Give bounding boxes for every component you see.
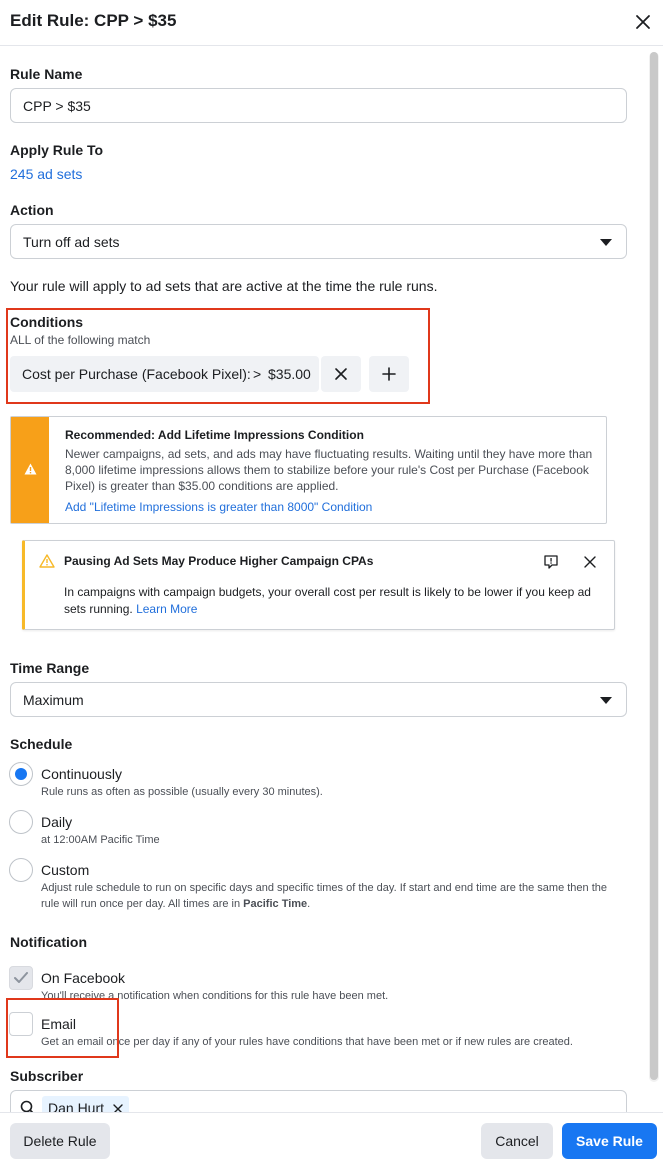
- schedule-custom-desc: Adjust rule schedule to run on specific …: [41, 882, 607, 910]
- warning-title: Pausing Ad Sets May Produce Higher Campa…: [64, 554, 374, 568]
- warning-body-wrap: In campaigns with campaign budgets, your…: [64, 584, 599, 618]
- recommendation-side: [11, 417, 49, 523]
- notify-facebook-checkbox[interactable]: [9, 966, 33, 990]
- dialog-footer: Delete Rule Cancel Save Rule: [0, 1112, 663, 1166]
- feedback-icon[interactable]: [543, 554, 559, 570]
- email-highlight: [6, 998, 119, 1058]
- add-impressions-condition-link[interactable]: Add "Lifetime Impressions is greater tha…: [65, 500, 372, 514]
- recommendation-title: Recommended: Add Lifetime Impressions Co…: [65, 428, 364, 442]
- rule-name-label: Rule Name: [10, 66, 83, 82]
- schedule-custom-desc-wrap: Adjust rule schedule to run on specific …: [41, 882, 607, 910]
- warning-icon: [24, 463, 37, 475]
- warning-icon: [39, 554, 55, 568]
- apply-note: Your rule will apply to ad sets that are…: [10, 278, 438, 294]
- schedule-continuously-label: Continuously: [41, 766, 122, 782]
- notify-email-desc: Get an email once per day if any of your…: [41, 1036, 573, 1048]
- learn-more-link[interactable]: Learn More: [136, 602, 197, 616]
- schedule-continuously-desc: Rule runs as often as possible (usually …: [41, 786, 323, 798]
- scrollbar[interactable]: [649, 52, 659, 1082]
- time-range-select[interactable]: Maximum: [10, 682, 627, 717]
- cancel-button[interactable]: Cancel: [481, 1123, 553, 1159]
- plus-icon: [382, 367, 396, 381]
- schedule-daily-radio[interactable]: [9, 810, 33, 834]
- warning-card: Pausing Ad Sets May Produce Higher Campa…: [22, 540, 615, 630]
- schedule-custom-timezone: Pacific Time: [243, 898, 308, 910]
- schedule-custom-label: Custom: [41, 862, 90, 878]
- notification-label: Notification: [10, 934, 87, 950]
- ad-sets-link[interactable]: 245 ad sets: [10, 166, 82, 182]
- time-range-value: Maximum: [23, 692, 84, 708]
- condition-operator: >: [253, 366, 262, 382]
- schedule-daily-desc: at 12:00AM Pacific Time: [41, 834, 160, 846]
- close-icon[interactable]: [583, 555, 597, 569]
- schedule-daily-label: Daily: [41, 814, 73, 830]
- schedule-custom-radio[interactable]: [9, 858, 33, 882]
- subscriber-label: Subscriber: [10, 1068, 84, 1084]
- recommendation-card: Recommended: Add Lifetime Impressions Co…: [10, 416, 607, 524]
- rule-name-input[interactable]: CPP > $35: [10, 88, 627, 123]
- condition-value: $35.00: [268, 366, 311, 382]
- chevron-down-icon: [600, 697, 612, 704]
- close-icon[interactable]: [633, 12, 653, 32]
- dialog-header: Edit Rule: CPP > $35: [0, 0, 663, 46]
- conditions-match: ALL of the following match: [10, 333, 151, 347]
- schedule-continuously-radio[interactable]: [9, 762, 33, 786]
- checkmark-icon: [14, 972, 28, 983]
- apply-rule-label: Apply Rule To: [10, 142, 104, 158]
- rule-name-value: CPP > $35: [23, 98, 91, 114]
- condition-chip[interactable]: Cost per Purchase (Facebook Pixel): > $3…: [10, 356, 319, 392]
- add-condition-button[interactable]: [369, 356, 409, 392]
- chevron-down-icon: [600, 239, 612, 246]
- conditions-label: Conditions: [10, 314, 84, 330]
- dialog-title: Edit Rule: CPP > $35: [10, 11, 177, 30]
- scrollbar-thumb[interactable]: [650, 52, 658, 1080]
- action-select[interactable]: Turn off ad sets: [10, 224, 627, 259]
- time-range-label: Time Range: [10, 660, 90, 676]
- action-value: Turn off ad sets: [23, 234, 120, 250]
- save-rule-button[interactable]: Save Rule: [562, 1123, 657, 1159]
- close-icon: [335, 368, 347, 380]
- recommendation-body: Newer campaigns, ad sets, and ads may ha…: [65, 447, 593, 493]
- action-label: Action: [10, 202, 54, 218]
- notify-facebook-label: On Facebook: [41, 970, 126, 986]
- schedule-label: Schedule: [10, 736, 73, 752]
- delete-rule-button[interactable]: Delete Rule: [10, 1123, 110, 1159]
- remove-condition-button[interactable]: [321, 356, 361, 392]
- condition-metric: Cost per Purchase (Facebook Pixel):: [22, 366, 251, 382]
